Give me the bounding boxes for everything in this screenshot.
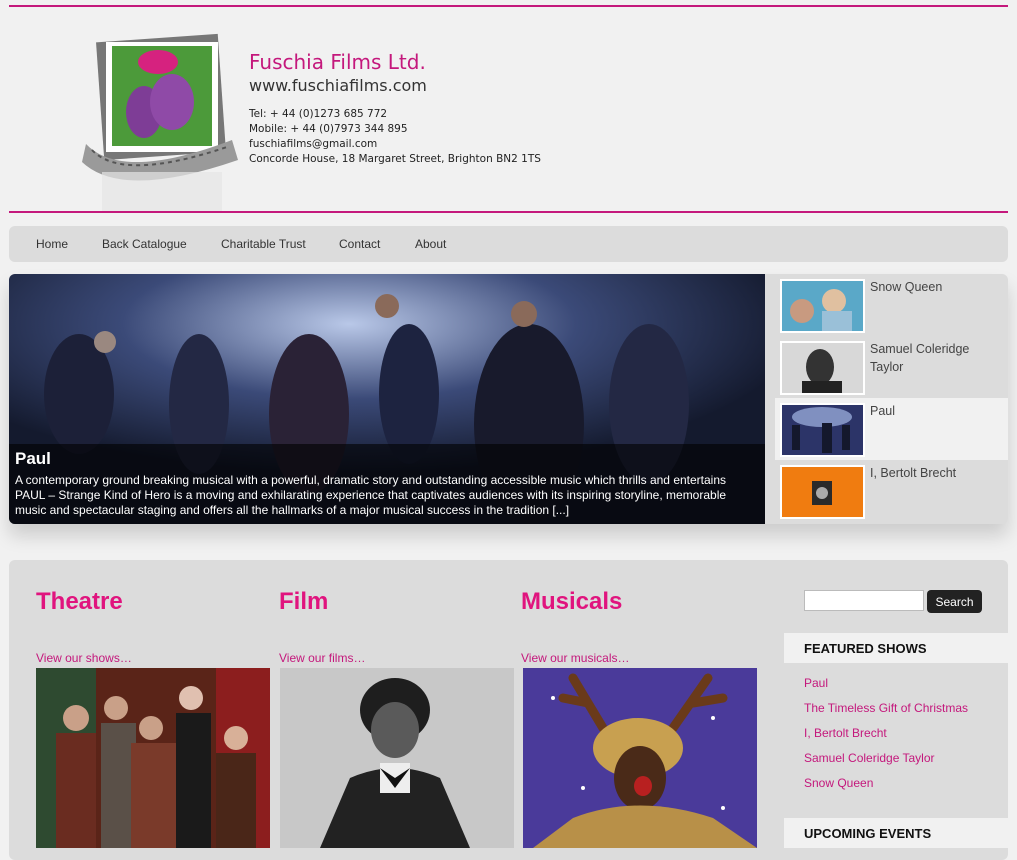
film-image[interactable] xyxy=(280,668,514,848)
upcoming-events-heading: UPCOMING EVENTS xyxy=(784,818,1008,848)
header-rule xyxy=(9,211,1008,213)
thumb-snow-queen[interactable]: Snow Queen xyxy=(775,274,1008,336)
featured-item[interactable]: The Timeless Gift of Christmas xyxy=(804,701,968,726)
slide-description: A contemporary ground breaking musical w… xyxy=(15,473,727,517)
category-title[interactable]: Film xyxy=(279,588,328,616)
featured-item[interactable]: Samuel Coleridge Taylor xyxy=(804,751,968,776)
company-name: Fuschia Films Ltd. xyxy=(249,50,426,74)
theatre-image[interactable] xyxy=(36,668,270,848)
contact-email[interactable]: fuschiafilms@gmail.com xyxy=(249,137,541,152)
musicals-image[interactable] xyxy=(523,668,757,848)
featured-item[interactable]: I, Bertolt Brecht xyxy=(804,726,968,751)
nav-charitable-trust[interactable]: Charitable Trust xyxy=(221,237,306,251)
view-musicals-link[interactable]: View our musicals… xyxy=(521,651,629,665)
featured-shows-list: Paul The Timeless Gift of Christmas I, B… xyxy=(804,676,968,801)
search-input[interactable] xyxy=(804,590,924,611)
category-theatre: Theatre View our shows… xyxy=(36,588,270,848)
category-musicals: Musicals View our musicals… xyxy=(521,588,757,848)
contact-mobile: Mobile: + 44 (0)7973 344 895 xyxy=(249,123,408,135)
company-url: www.fuschiafilms.com xyxy=(249,76,427,95)
slide-title[interactable]: Paul xyxy=(15,449,51,469)
thumb-bertolt-brecht[interactable]: I, Bertolt Brecht xyxy=(775,460,1008,522)
featured-item[interactable]: Snow Queen xyxy=(804,776,968,801)
nav-contact[interactable]: Contact xyxy=(339,237,380,251)
nav-about[interactable]: About xyxy=(415,237,446,251)
nav-back-catalogue[interactable]: Back Catalogue xyxy=(102,237,187,251)
thumb-image xyxy=(780,465,865,519)
featured-item[interactable]: Paul xyxy=(804,676,968,701)
top-rule xyxy=(9,5,1008,7)
thumb-label: I, Bertolt Brecht xyxy=(870,466,957,480)
thumb-samuel-coleridge-taylor[interactable]: Samuel Coleridge Taylor xyxy=(775,336,1008,398)
featured-slider: Paul A contemporary ground breaking musi… xyxy=(9,274,1008,524)
nav-home[interactable]: Home xyxy=(36,237,68,251)
slider-thumbnails: Snow Queen Samuel Coleridge Taylor Paul xyxy=(775,274,1008,524)
thumb-image xyxy=(780,279,865,333)
featured-shows-title: FEATURED SHOWS xyxy=(804,641,927,656)
thumb-label: Snow Queen xyxy=(870,280,943,294)
category-title[interactable]: Musicals xyxy=(521,588,622,616)
thumb-label: Samuel Coleridge Taylor xyxy=(870,342,970,374)
contact-tel: Tel: + 44 (0)1273 685 772 xyxy=(249,108,388,120)
thumb-label: Paul xyxy=(870,404,896,418)
slide-caption: Paul A contemporary ground breaking musi… xyxy=(9,444,765,524)
search-button[interactable]: Search xyxy=(927,590,982,613)
brand-block: Fuschia Films Ltd. www.fuschiafilms.com … xyxy=(249,50,541,167)
thumb-paul[interactable]: Paul xyxy=(775,398,1008,460)
upcoming-events-title: UPCOMING EVENTS xyxy=(804,826,932,841)
contact-address: Concorde House, 18 Margaret Street, Brig… xyxy=(249,153,541,165)
main-nav: Home Back Catalogue Charitable Trust Con… xyxy=(9,226,1008,262)
content-panel: Theatre View our shows… Film View our fi… xyxy=(9,560,1008,860)
logo-icon xyxy=(82,33,238,212)
featured-shows-heading: FEATURED SHOWS xyxy=(784,633,1008,663)
category-title[interactable]: Theatre xyxy=(36,588,123,616)
view-shows-link[interactable]: View our shows… xyxy=(36,651,132,665)
category-film: Film View our films… xyxy=(279,588,514,848)
view-films-link[interactable]: View our films… xyxy=(279,651,365,665)
thumb-image xyxy=(780,403,865,457)
thumb-image xyxy=(780,341,865,395)
search-form: Search xyxy=(804,590,982,613)
